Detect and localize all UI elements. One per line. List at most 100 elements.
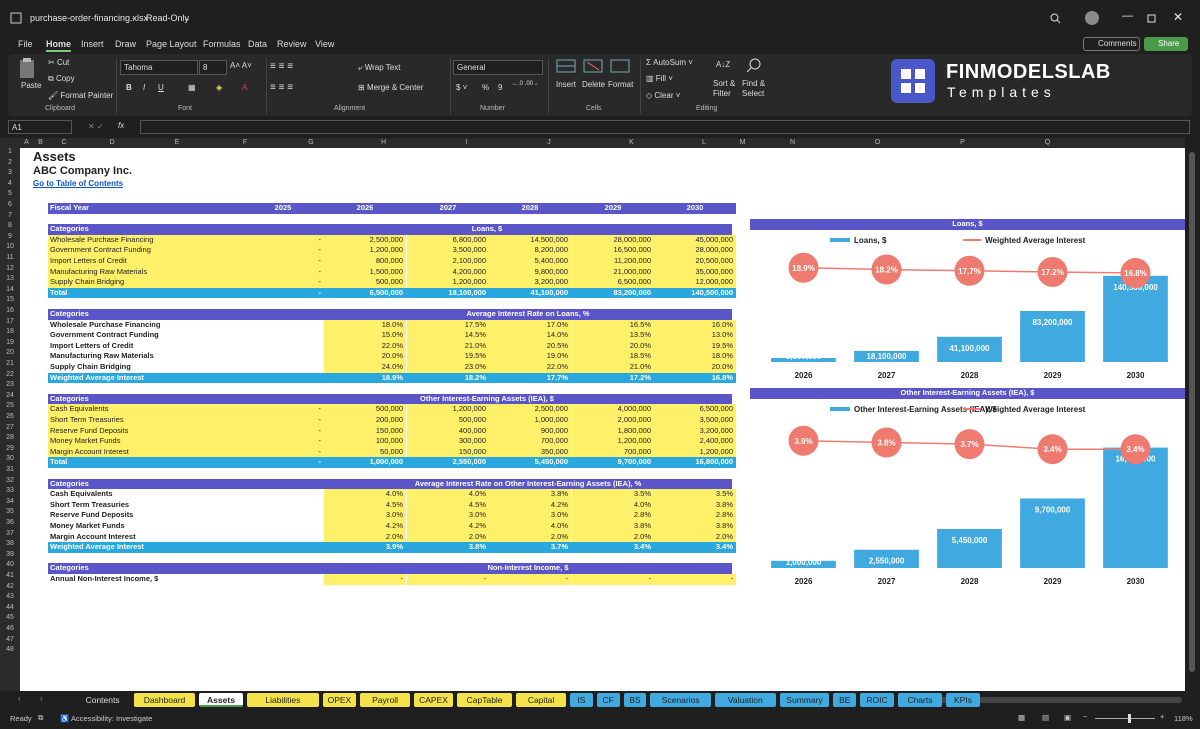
tab-summary[interactable]: Summary — [779, 693, 830, 707]
format-button[interactable]: Format — [608, 80, 633, 89]
restore-icon[interactable] — [1147, 14, 1156, 23]
font-name-select[interactable]: Tahoma — [120, 60, 198, 75]
column-header-b[interactable]: B — [33, 138, 48, 148]
column-header-c[interactable]: C — [48, 138, 80, 148]
cut-button[interactable]: ✂ Cut — [48, 58, 69, 67]
row-header[interactable]: 31 — [0, 466, 20, 473]
row-header[interactable]: 47 — [0, 636, 20, 643]
column-header-f[interactable]: F — [210, 138, 280, 148]
percent-button[interactable]: % — [482, 83, 489, 92]
share-button[interactable]: Share — [1144, 37, 1188, 51]
column-header-i[interactable]: I — [425, 138, 508, 148]
row-header[interactable]: 23 — [0, 381, 20, 388]
align-left-icon[interactable]: ≡ ≡ ≡ — [270, 82, 293, 93]
close-icon[interactable]: ✕ — [1173, 10, 1183, 24]
fx-button[interactable]: fx — [118, 121, 124, 130]
zoom-in-icon[interactable]: + — [1160, 712, 1164, 721]
row-header[interactable]: 5 — [0, 190, 20, 197]
menu-page-layout[interactable]: Page Layout — [146, 39, 197, 49]
menu-view[interactable]: View — [315, 39, 334, 49]
row-header[interactable]: 37 — [0, 530, 20, 537]
italic-button[interactable]: I — [143, 83, 145, 92]
bold-button[interactable]: B — [126, 83, 132, 92]
number-format-select[interactable]: General — [453, 60, 543, 75]
row-header[interactable]: 11 — [0, 254, 20, 261]
row-header[interactable]: 12 — [0, 265, 20, 272]
column-header-j[interactable]: J — [508, 138, 590, 148]
row-header[interactable]: 2 — [0, 159, 20, 166]
row-header[interactable]: 26 — [0, 413, 20, 420]
zoom-out-icon[interactable]: − — [1083, 712, 1087, 721]
menu-formulas[interactable]: Formulas — [203, 39, 241, 49]
filter-label[interactable]: Filter — [713, 89, 731, 98]
row-header[interactable]: 22 — [0, 371, 20, 378]
tab-dashboard[interactable]: Dashboard — [134, 693, 195, 707]
tab-payroll[interactable]: Payroll — [360, 693, 410, 707]
menu-file[interactable]: File — [18, 39, 33, 49]
fill-color-icon[interactable]: ◈ — [216, 83, 222, 92]
row-header[interactable]: 36 — [0, 519, 20, 526]
column-header-k[interactable]: K — [590, 138, 673, 148]
name-box[interactable]: A1 — [8, 120, 72, 134]
row-header[interactable]: 1 — [0, 148, 20, 155]
copy-button[interactable]: ⧉ Copy — [48, 74, 75, 84]
comma-button[interactable]: 9 — [498, 83, 502, 92]
row-header[interactable]: 10 — [0, 243, 20, 250]
page-break-icon[interactable]: ▣ — [1064, 713, 1071, 722]
clear-button[interactable]: ◇ Clear ˅ — [646, 91, 680, 100]
tab-captable[interactable]: CapTable — [457, 693, 513, 707]
find-select-button[interactable]: Find & — [742, 79, 765, 88]
column-header-h[interactable]: H — [342, 138, 425, 148]
row-header[interactable]: 41 — [0, 572, 20, 579]
autosave-icon[interactable] — [10, 12, 22, 24]
row-header[interactable]: 43 — [0, 593, 20, 600]
tab-opex[interactable]: OPEX — [322, 693, 357, 707]
sort-filter-button[interactable]: Sort & — [713, 79, 735, 88]
row-header[interactable]: 13 — [0, 275, 20, 282]
tab-charts[interactable]: Charts — [897, 693, 943, 707]
tab-assets[interactable]: Assets — [198, 693, 244, 707]
tab-prev-icon[interactable]: ‹ — [18, 694, 21, 703]
row-header[interactable]: 42 — [0, 583, 20, 590]
tab-cf[interactable]: CF — [596, 693, 620, 707]
column-header-a[interactable]: A — [20, 138, 33, 148]
row-header[interactable]: 19 — [0, 339, 20, 346]
row-header[interactable]: 44 — [0, 604, 20, 611]
zoom-thumb[interactable] — [1128, 714, 1131, 723]
align-top-icon[interactable]: ≡ ≡ ≡ — [270, 61, 293, 72]
paste-icon[interactable] — [18, 57, 36, 79]
row-header[interactable]: 38 — [0, 540, 20, 547]
select-label[interactable]: Select — [742, 89, 764, 98]
autosum-button[interactable]: Σ AutoSum ˅ — [646, 58, 693, 67]
column-header-p[interactable]: P — [920, 138, 1005, 148]
minimize-icon[interactable]: — — [1122, 10, 1133, 22]
search-icon[interactable] — [1050, 13, 1061, 24]
fill-button[interactable]: ▥ Fill ˅ — [646, 74, 673, 83]
chevron-down-icon[interactable]: ⌄ — [183, 13, 191, 24]
tab-capital[interactable]: Capital — [516, 693, 566, 707]
tab-is[interactable]: IS — [570, 693, 593, 707]
wrap-text-button[interactable]: ⤶ Wrap Text — [358, 63, 400, 73]
menu-home[interactable]: Home — [46, 39, 72, 52]
row-header[interactable]: 4 — [0, 180, 20, 187]
row-header[interactable]: 9 — [0, 233, 20, 240]
row-header[interactable]: 6 — [0, 201, 20, 208]
decimal-buttons[interactable]: ←.0 .00→ — [512, 81, 539, 87]
paste-button[interactable]: Paste — [21, 81, 41, 90]
merge-center-button[interactable]: ⊞ Merge & Center — [358, 83, 423, 92]
row-header[interactable]: 27 — [0, 424, 20, 431]
borders-icon[interactable]: ▦ — [188, 83, 196, 92]
column-header-e[interactable]: E — [144, 138, 210, 148]
row-header[interactable]: 46 — [0, 625, 20, 632]
row-header[interactable]: 29 — [0, 445, 20, 452]
row-header[interactable]: 39 — [0, 551, 20, 558]
accessibility-status[interactable]: ♿ Accessibility: Investigate — [60, 714, 152, 723]
row-header[interactable]: 18 — [0, 328, 20, 335]
sort-icon[interactable]: A↓Z — [716, 60, 730, 69]
tab-scenarios[interactable]: Scenarios — [650, 693, 711, 707]
currency-button[interactable]: $ ˅ — [456, 83, 467, 92]
row-header[interactable]: 7 — [0, 212, 20, 219]
row-header[interactable]: 40 — [0, 561, 20, 568]
tab-next-icon[interactable]: › — [40, 694, 43, 703]
format-painter-button[interactable]: 🖌 Format Painter — [48, 91, 113, 100]
